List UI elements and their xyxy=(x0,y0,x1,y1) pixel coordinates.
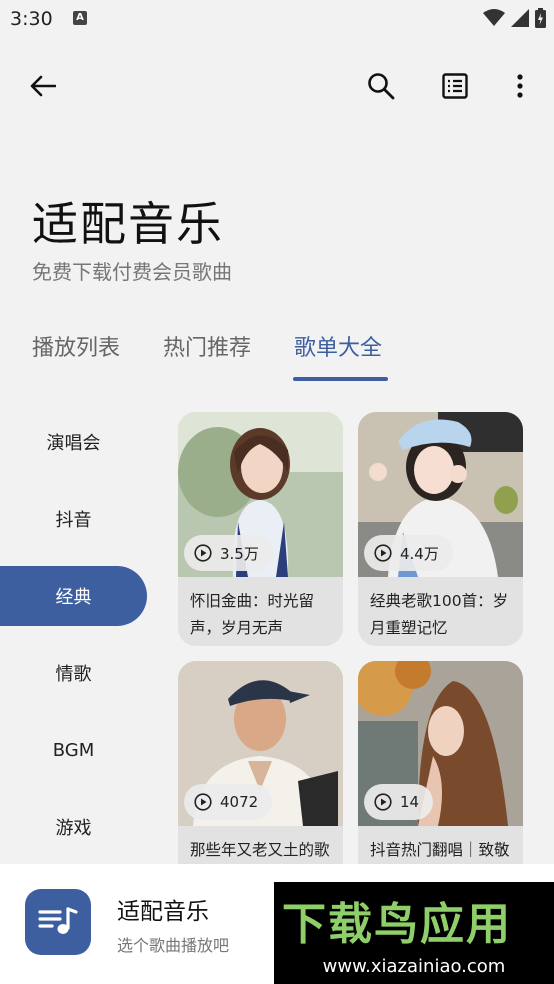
play-count-badge: 4072 xyxy=(184,784,273,820)
page-subtitle: 免费下载付费会员歌曲 xyxy=(32,260,232,284)
play-count-badge: 4.4万 xyxy=(364,535,453,571)
play-icon xyxy=(374,544,392,562)
wifi-icon xyxy=(483,9,505,26)
play-count-badge: 14 xyxy=(364,784,434,820)
tab-playlist[interactable]: 播放列表 xyxy=(32,330,120,370)
battery-icon xyxy=(535,8,546,28)
tab-all-playlists[interactable]: 歌单大全 xyxy=(294,330,382,370)
playlist-title: 怀旧金曲：时光留声，岁月无声 xyxy=(190,592,315,637)
playlist-card[interactable]: 14 抖音热门翻唱｜致敬 xyxy=(358,661,523,895)
playlist-title: 经典老歌100首：岁月重塑记忆 xyxy=(370,592,509,637)
category-concert[interactable]: 演唱会 xyxy=(0,412,147,472)
category-bgm[interactable]: BGM xyxy=(0,720,147,780)
page-title: 适配音乐 xyxy=(32,197,224,251)
signal-icon xyxy=(511,9,529,27)
playlist-card[interactable]: 3.5万 怀旧金曲：时光留声，岁月无声 xyxy=(178,412,343,646)
play-count: 3.5万 xyxy=(220,544,259,563)
play-count: 14 xyxy=(400,793,420,811)
status-icons xyxy=(483,8,546,28)
search-icon xyxy=(368,73,395,100)
watermark: 下载鸟应用 www.xiazainiao.com xyxy=(274,882,554,984)
play-count: 4072 xyxy=(220,793,259,811)
list-icon xyxy=(442,73,468,99)
playlist-button[interactable] xyxy=(433,64,477,108)
more-vert-icon xyxy=(517,74,523,98)
status-time: 3:30 xyxy=(10,8,53,30)
player-subtitle: 选个歌曲播放吧 xyxy=(117,936,230,955)
notification-icon: A xyxy=(73,11,87,25)
player-artwork xyxy=(25,889,91,955)
playlist-title: 那些年又老又土的歌 xyxy=(190,841,330,859)
search-button[interactable] xyxy=(359,64,403,108)
playlist-title: 抖音热门翻唱｜致敬 xyxy=(370,841,510,859)
playlist-card[interactable]: 4.4万 经典老歌100首：岁月重塑记忆 xyxy=(358,412,523,646)
more-button[interactable] xyxy=(498,64,542,108)
status-bar: 3:30 A xyxy=(0,0,554,38)
music-note-icon xyxy=(38,907,78,934)
category-games[interactable]: 游戏 xyxy=(0,797,147,857)
category-love-songs[interactable]: 情歌 xyxy=(0,643,147,703)
tab-hot[interactable]: 热门推荐 xyxy=(163,330,251,370)
play-icon xyxy=(194,544,212,562)
play-count: 4.4万 xyxy=(400,544,439,563)
play-count-badge: 3.5万 xyxy=(184,535,273,571)
back-arrow-icon xyxy=(30,75,56,97)
play-icon xyxy=(194,793,212,811)
category-douyin[interactable]: 抖音 xyxy=(0,489,147,549)
playlist-card[interactable]: 4072 那些年又老又土的歌 xyxy=(178,661,343,895)
tab-indicator xyxy=(293,377,388,381)
watermark-url: www.xiazainiao.com xyxy=(322,956,506,977)
tab-bar: 播放列表 热门推荐 歌单大全 xyxy=(0,320,554,382)
category-classic[interactable]: 经典 xyxy=(0,566,147,626)
player-title: 适配音乐 xyxy=(117,899,209,925)
back-button[interactable] xyxy=(21,64,65,108)
toolbar xyxy=(0,58,554,114)
play-icon xyxy=(374,793,392,811)
watermark-title: 下载鸟应用 xyxy=(282,899,512,950)
